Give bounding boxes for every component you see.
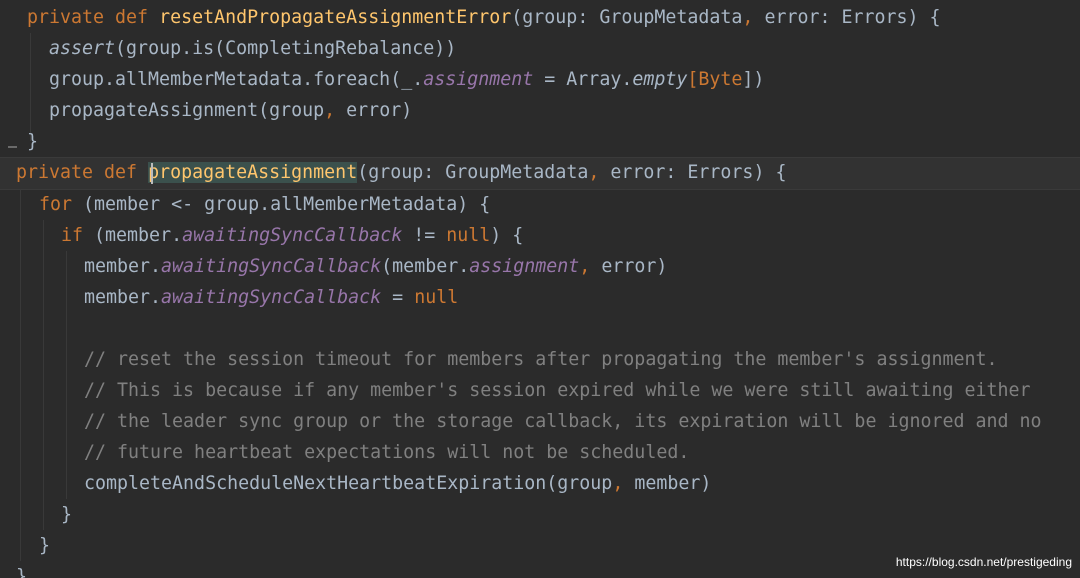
code-token: [ (687, 69, 699, 90)
code-token: member. (84, 256, 162, 277)
code-line[interactable]: // reset the session timeout for members… (84, 344, 998, 375)
code-token: , (324, 100, 347, 121)
code-token: , (612, 473, 635, 494)
code-token: null (414, 287, 459, 308)
code-token: null (446, 225, 491, 246)
code-token: } (16, 566, 28, 578)
code-token: empty (632, 69, 688, 90)
code-token: (member <- group.allMemberMetadata) { (83, 194, 491, 215)
code-token: ) { (490, 225, 524, 246)
code-line[interactable]: } (16, 561, 27, 578)
code-line[interactable]: for (member <- group.allMemberMetadata) … (39, 189, 490, 220)
code-token: // reset the session timeout for members… (84, 349, 998, 370)
code-line[interactable]: completeAndScheduleNextHeartbeatExpirati… (84, 468, 711, 499)
code-token: (member. (94, 225, 183, 246)
code-line[interactable]: member.awaitingSyncCallback = null (84, 282, 458, 313)
code-token: completeAndScheduleNextHeartbeatExpirati… (84, 473, 613, 494)
indent-guide (43, 220, 44, 530)
code-token: // This is because if any member's sessi… (84, 380, 1031, 401)
code-token: Byte (698, 69, 743, 90)
code-token: error: Errors) { (610, 162, 787, 183)
code-token: // the leader sync group or the storage … (84, 411, 1042, 432)
code-token: error) (601, 256, 668, 277)
code-token: // future heartbeat expectations will no… (84, 442, 690, 463)
code-token: = Array. (533, 69, 633, 90)
code-token: (member. (381, 256, 470, 277)
code-line[interactable]: member.awaitingSyncCallback(member.assig… (84, 251, 667, 282)
code-line[interactable]: // This is because if any member's sessi… (84, 375, 1031, 406)
code-token: awaitingSyncCallback (161, 256, 382, 277)
watermark: https://blog.csdn.net/prestigeding (895, 555, 1072, 569)
code-token: , (579, 256, 602, 277)
code-token: propagateAssignment (148, 162, 358, 183)
code-token: } (39, 535, 51, 556)
code-token: ]) (742, 69, 765, 90)
code-token: (group: GroupMetadata (511, 7, 743, 28)
code-token: = (381, 287, 415, 308)
code-token: (group: GroupMetadata (357, 162, 589, 183)
code-line[interactable]: propagateAssignment(group, error) (49, 95, 412, 126)
code-token: private def (16, 162, 149, 183)
code-token: if (61, 225, 95, 246)
code-token: , (588, 162, 611, 183)
code-token: } (61, 504, 73, 525)
code-line[interactable]: // future heartbeat expectations will no… (84, 437, 689, 468)
indent-guide (20, 189, 21, 561)
code-token: , (742, 7, 765, 28)
code-line[interactable]: if (member.awaitingSyncCallback != null)… (61, 220, 523, 251)
code-token: member. (84, 287, 162, 308)
code-line[interactable]: private def propagateAssignment(group: G… (16, 157, 786, 188)
code-token: propagateAssignment(group (49, 100, 325, 121)
code-token: group.allMemberMetadata.foreach(_. (49, 69, 424, 90)
indent-guide (66, 251, 67, 499)
text-caret (151, 163, 153, 184)
code-token: for (39, 194, 84, 215)
code-token: awaitingSyncCallback (182, 225, 403, 246)
code-token: assignment (423, 69, 534, 90)
code-line[interactable]: } (27, 126, 38, 157)
code-token: member) (634, 473, 712, 494)
code-token: != (402, 225, 447, 246)
code-line[interactable]: } (39, 530, 50, 561)
code-token: assignment (469, 256, 580, 277)
fold-marker-icon[interactable] (8, 146, 17, 148)
code-editor[interactable]: private def resetAndPropagateAssignmentE… (0, 0, 1080, 578)
code-token: (group.is(CompletingRebalance)) (115, 38, 457, 59)
code-token: awaitingSyncCallback (161, 287, 382, 308)
code-line[interactable]: // the leader sync group or the storage … (84, 406, 1042, 437)
code-token: } (27, 131, 39, 152)
code-token: private def (27, 7, 160, 28)
code-line[interactable]: assert(group.is(CompletingRebalance)) (49, 33, 456, 64)
code-line[interactable]: } (61, 499, 72, 530)
code-token: error) (346, 100, 413, 121)
code-token: error: Errors) { (764, 7, 941, 28)
code-token: assert (49, 38, 116, 59)
indent-guide (30, 33, 31, 141)
code-line[interactable]: private def resetAndPropagateAssignmentE… (27, 2, 941, 33)
code-token: resetAndPropagateAssignmentError (159, 7, 512, 28)
code-line[interactable]: group.allMemberMetadata.foreach(_.assign… (49, 64, 764, 95)
